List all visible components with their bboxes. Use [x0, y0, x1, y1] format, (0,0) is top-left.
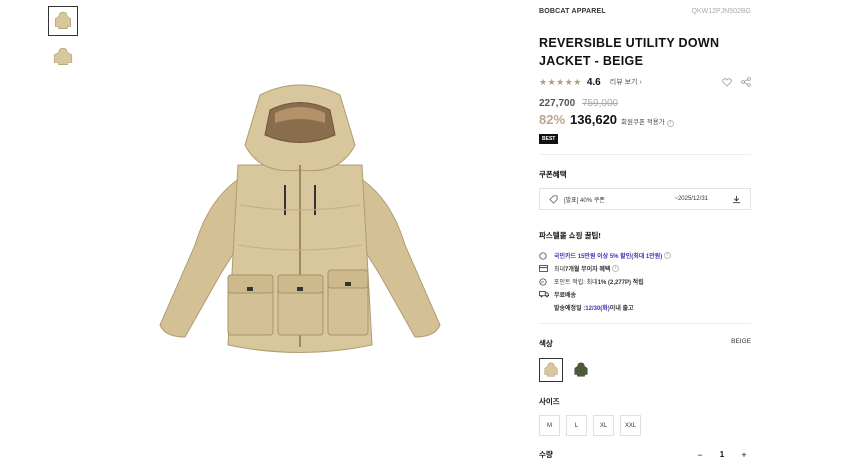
rating-stars: ★★★★★: [539, 76, 582, 87]
rating-row: ★★★★★ 4.6 리뷰 보기 ›: [539, 75, 751, 89]
coupon-name: [발표] 40% 쿠폰: [564, 197, 605, 204]
tip-installment: 최대 7개월 무이자 혜택 i: [539, 262, 751, 275]
quantity-row: 수량 − 1 +: [539, 449, 751, 460]
best-badge: BEST: [539, 134, 559, 144]
info-icon[interactable]: i: [666, 120, 674, 127]
thumbnail-back[interactable]: [48, 42, 78, 72]
quantity-decrease-button[interactable]: −: [693, 450, 707, 460]
jacket-beige-swatch-icon: [544, 362, 558, 377]
original-price: 227,700: [539, 98, 576, 109]
truck-icon: [539, 291, 549, 298]
coin-icon: [539, 251, 547, 260]
coupon-section-title: 쿠폰혜택: [539, 170, 567, 179]
product-info-panel: BOBCAT APPAREL QKW12PJN502BG REVERSIBLE …: [539, 0, 751, 460]
shopping-tips: 국민카드 15만원 이상 5% 할인(최대 1만원) i 최대 7개월 무이자 …: [539, 249, 751, 314]
thumbnail-list: [48, 6, 78, 78]
size-option-m[interactable]: M: [539, 415, 560, 436]
selected-color: BEIGE: [731, 338, 751, 345]
quantity-value[interactable]: 1: [707, 450, 737, 459]
jacket-thumbnail-icon: [55, 11, 71, 29]
share-icon[interactable]: [741, 77, 751, 87]
quantity-label: 수량: [539, 450, 553, 459]
divider: [539, 154, 751, 155]
list-price: 759,000: [581, 98, 619, 109]
jacket-khaki-swatch-icon: [574, 362, 588, 377]
brand-name[interactable]: BOBCAT APPAREL: [539, 8, 606, 15]
download-icon[interactable]: [732, 195, 741, 204]
points-icon: P: [539, 277, 547, 286]
tip-eta: 발송예정일 : 12/30(화) 이내 출고: [554, 306, 634, 312]
tip-card-discount: 국민카드 15만원 이상 5% 할인(최대 1만원) i: [539, 249, 751, 262]
jacket-back-thumbnail-icon: [53, 47, 73, 65]
size-label: 사이즈: [539, 397, 560, 406]
tip-shipping: 무료배송: [539, 288, 751, 301]
tips-section-title: 파스텔몰 쇼핑 꿀팁!: [539, 231, 601, 240]
coupon-download-box[interactable]: [발표] 40% 쿠폰 ~2025/12/31: [539, 188, 751, 210]
product-code: QKW12PJN502BG: [691, 8, 751, 15]
discount-percent: 82%: [539, 112, 566, 127]
review-link[interactable]: 리뷰 보기 ›: [610, 77, 642, 87]
member-coupon-note: 회원쿠폰 적용가: [621, 119, 665, 126]
product-title-line2: JACKET - BEIGE: [539, 54, 644, 68]
quantity-stepper: − 1 +: [693, 450, 751, 460]
sale-row: 82% 136,620 회원쿠폰 적용가 i: [539, 112, 751, 127]
price-block: 227,700 759,000: [539, 98, 751, 109]
info-icon[interactable]: i: [664, 252, 672, 259]
svg-text:P: P: [541, 279, 544, 284]
color-swatches: [539, 358, 751, 382]
thumbnail-front[interactable]: [48, 6, 78, 36]
product-title-line1: REVERSIBLE UTILITY DOWN: [539, 36, 720, 50]
rating-score: 4.6: [586, 76, 601, 88]
jacket-image: [159, 84, 441, 353]
coupon-tag-icon: [549, 194, 558, 204]
divider: [539, 323, 751, 324]
credit-card-icon: [539, 265, 548, 272]
product-title: REVERSIBLE UTILITY DOWN JACKET - BEIGE: [539, 34, 751, 70]
heart-icon[interactable]: [722, 77, 732, 87]
color-label: 색상: [539, 339, 553, 348]
color-header: 색상 BEIGE: [539, 338, 751, 349]
swatch-beige[interactable]: [539, 358, 563, 382]
size-option-xl[interactable]: XL: [593, 415, 614, 436]
tip-points: P 포인트 적립: 최대 1% (2,277P) 적립: [539, 275, 751, 288]
info-icon[interactable]: i: [612, 265, 620, 272]
coupon-period: ~2025/12/31: [674, 196, 708, 202]
size-options: M L XL XXL: [539, 415, 751, 436]
swatch-khaki[interactable]: [569, 358, 593, 382]
sale-price: 136,620: [570, 112, 618, 127]
quantity-increase-button[interactable]: +: [737, 450, 751, 460]
size-option-l[interactable]: L: [566, 415, 587, 436]
product-main-image: [150, 75, 450, 365]
size-option-xxl[interactable]: XXL: [620, 415, 641, 436]
